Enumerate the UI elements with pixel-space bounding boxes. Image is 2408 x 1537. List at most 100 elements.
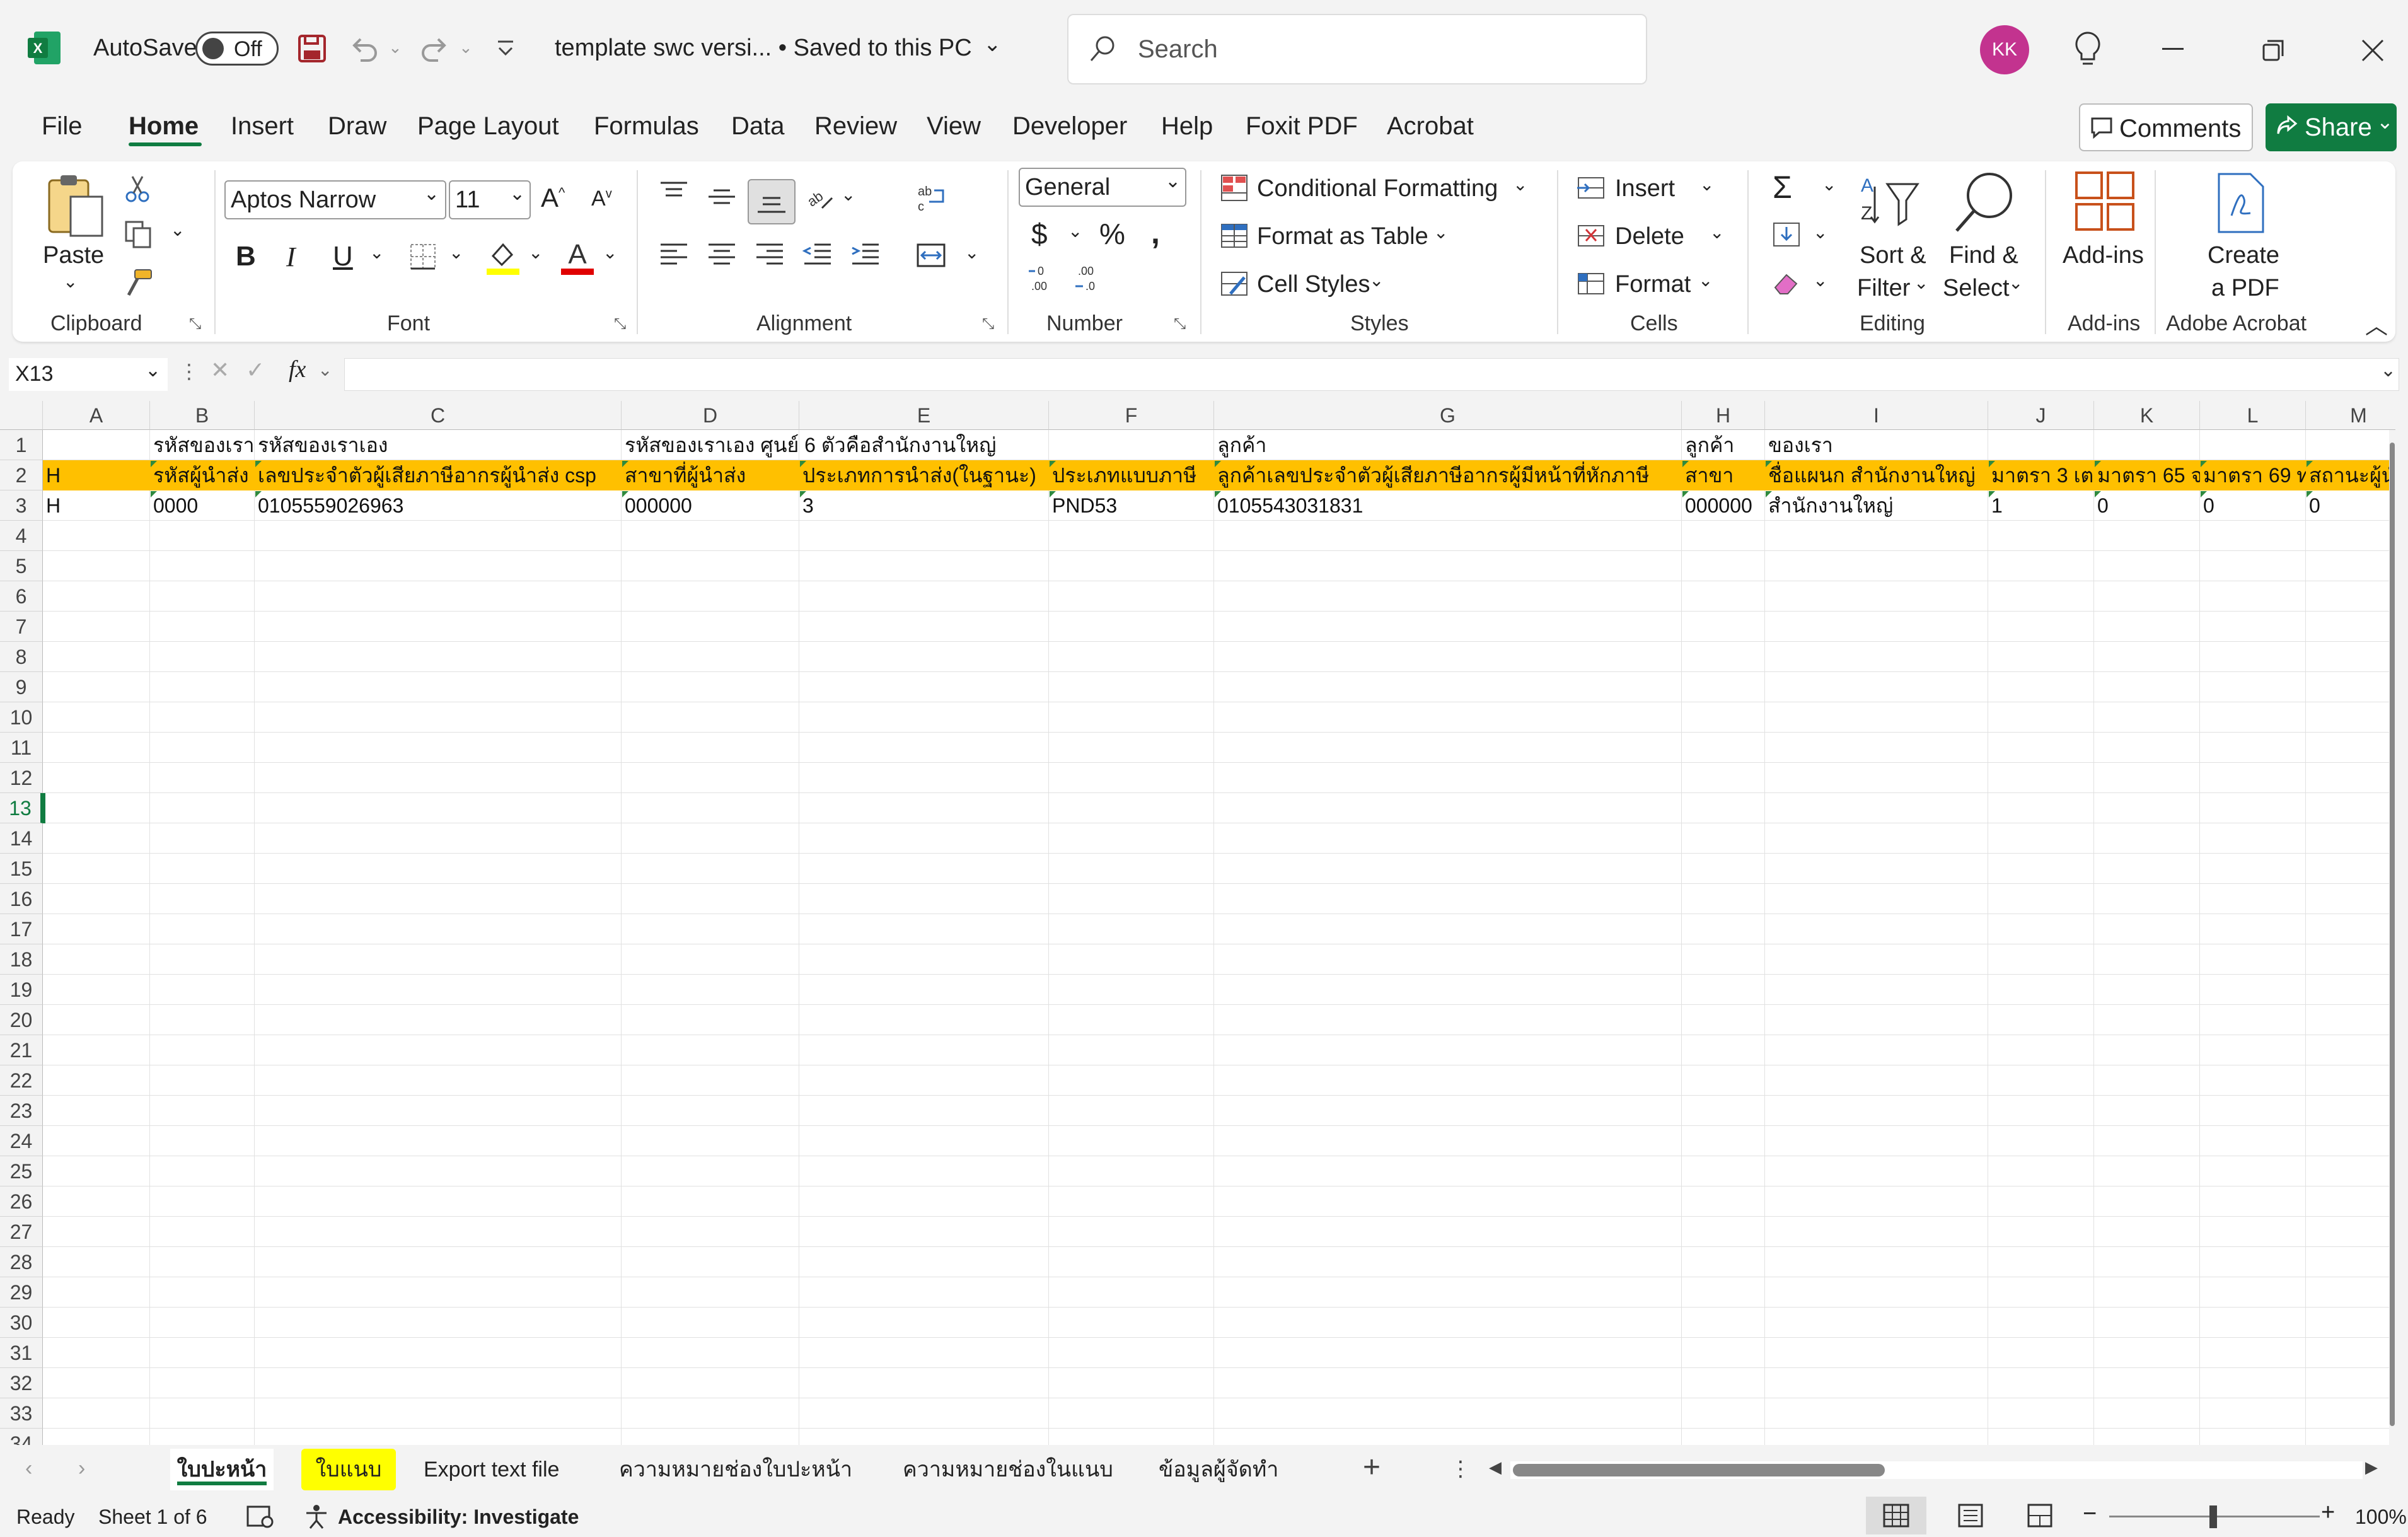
row-header[interactable]: 33: [0, 1398, 43, 1429]
font-size-chevron-icon[interactable]: ⌄: [509, 183, 525, 205]
create-pdf-label-1[interactable]: Create: [2208, 242, 2279, 269]
row-header[interactable]: 19: [0, 975, 43, 1005]
undo-dropdown-icon[interactable]: ⌄: [388, 38, 402, 57]
decrease-font-size-icon[interactable]: Av: [591, 187, 612, 211]
paste-label[interactable]: Paste: [43, 242, 104, 269]
cell[interactable]: H: [43, 460, 150, 490]
top-align-icon[interactable]: [658, 180, 690, 206]
row-header[interactable]: 7: [0, 612, 43, 642]
row-header[interactable]: 15: [0, 854, 43, 884]
horizontal-scroll-thumb[interactable]: [1513, 1464, 1885, 1476]
tab-review[interactable]: Review: [814, 112, 897, 141]
cell[interactable]: ชื่อแผนก สำนักงานใหญ่: [1765, 460, 1988, 490]
fill-chevron-icon[interactable]: ⌄: [1813, 222, 1827, 243]
format-cells-chevron-icon[interactable]: ⌄: [1698, 270, 1713, 291]
name-box[interactable]: X13: [9, 358, 168, 391]
confirm-entry-icon[interactable]: ✓: [246, 357, 265, 383]
cell[interactable]: เลขประจำตัวผู้เสียภาษีอากรผู้นำส่ง csp: [255, 460, 622, 490]
column-header[interactable]: M: [2306, 401, 2395, 430]
cut-icon[interactable]: [122, 173, 154, 204]
row-header[interactable]: 4: [0, 521, 43, 551]
create-pdf-label-2[interactable]: a PDF: [2211, 275, 2279, 302]
accessibility-icon[interactable]: [303, 1503, 330, 1531]
align-right-icon[interactable]: [754, 242, 785, 267]
wrap-text-icon[interactable]: ab c: [915, 183, 947, 214]
row-header[interactable]: 16: [0, 884, 43, 914]
name-box-chevron-icon[interactable]: ⌄: [145, 359, 161, 381]
format-as-table-label[interactable]: Format as Table: [1257, 223, 1428, 250]
zoom-level[interactable]: 100%: [2355, 1505, 2407, 1529]
cell[interactable]: มาตรา 69 ท: [2200, 460, 2306, 490]
tab-home[interactable]: Home: [129, 112, 199, 141]
accessibility-status[interactable]: Accessibility: Investigate: [338, 1505, 579, 1529]
title-chevron-down-icon[interactable]: ⌄: [983, 32, 1002, 57]
cell[interactable]: รหัสของเราเอง ศูนย์ 6 ตัวคือสำนักงานใหญ่: [622, 430, 1214, 460]
cell[interactable]: ของเรา: [1765, 430, 2395, 460]
restore-icon[interactable]: [2262, 39, 2284, 62]
cell[interactable]: ประเภทแบบภาษี: [1049, 460, 1214, 490]
alignment-launcher-icon[interactable]: ⤡: [982, 315, 994, 333]
avatar[interactable]: KK: [1980, 25, 2029, 74]
column-header[interactable]: D: [622, 401, 799, 430]
cell[interactable]: มาตรา 65 จ: [2094, 460, 2200, 490]
cell[interactable]: มาตรา 3 เต: [1988, 460, 2094, 490]
underline-icon[interactable]: U: [333, 241, 353, 272]
find-select-chevron-icon[interactable]: ⌄: [2008, 272, 2023, 293]
copy-dropdown-icon[interactable]: ⌄: [170, 219, 185, 240]
zoom-in-icon[interactable]: +: [2321, 1499, 2335, 1526]
redo-icon[interactable]: [419, 33, 451, 64]
insert-cells-icon[interactable]: [1576, 174, 1606, 202]
orientation-icon[interactable]: ab: [804, 183, 836, 214]
column-header[interactable]: I: [1765, 401, 1988, 430]
tab-file[interactable]: File: [42, 112, 82, 141]
formula-input[interactable]: [344, 358, 2399, 391]
comma-style-icon[interactable]: ,: [1151, 214, 1160, 251]
row-header[interactable]: 10: [0, 702, 43, 733]
add-ins-icon[interactable]: [2074, 170, 2136, 232]
format-cells-label[interactable]: Format: [1615, 271, 1691, 298]
middle-align-icon[interactable]: [706, 187, 738, 212]
format-as-table-icon[interactable]: [1219, 221, 1249, 251]
vertical-scrollbar[interactable]: [2389, 430, 2395, 1445]
insert-cells-chevron-icon[interactable]: ⌄: [1699, 174, 1714, 195]
column-header[interactable]: G: [1214, 401, 1682, 430]
share-button[interactable]: Share ⌄: [2266, 103, 2397, 151]
bottom-align-icon[interactable]: [748, 179, 796, 224]
page-layout-view-icon[interactable]: [1957, 1503, 1984, 1528]
column-header[interactable]: H: [1682, 401, 1765, 430]
cell[interactable]: สถานะผู้นำ: [2306, 460, 2395, 490]
font-launcher-icon[interactable]: ⤡: [614, 315, 626, 333]
row-header[interactable]: 21: [0, 1035, 43, 1065]
cell[interactable]: รหัสผู้นำส่ง: [150, 460, 255, 490]
row-header[interactable]: 12: [0, 763, 43, 793]
increase-font-size-icon[interactable]: A^: [541, 183, 565, 213]
row-header[interactable]: 11: [0, 733, 43, 763]
collapse-ribbon-icon[interactable]: ︿: [2365, 308, 2388, 340]
row-header[interactable]: 9: [0, 672, 43, 702]
cell-styles-label[interactable]: Cell Styles: [1257, 271, 1370, 298]
expand-formula-bar-icon[interactable]: ⌄: [2380, 359, 2396, 381]
accounting-format-icon[interactable]: $: [1031, 217, 1048, 251]
cell[interactable]: 000000: [1682, 490, 1765, 521]
number-format-select[interactable]: General: [1019, 168, 1186, 207]
cell[interactable]: สำนักงานใหญ่: [1765, 490, 1988, 521]
cell-styles-icon[interactable]: [1219, 269, 1249, 299]
font-color-dropdown-icon[interactable]: ⌄: [603, 242, 617, 263]
column-header[interactable]: K: [2094, 401, 2200, 430]
row-header[interactable]: 22: [0, 1065, 43, 1096]
conditional-formatting-icon[interactable]: [1219, 173, 1249, 203]
row-header[interactable]: 5: [0, 551, 43, 581]
more-options-icon[interactable]: ⋮: [179, 359, 199, 383]
tab-help[interactable]: Help: [1161, 112, 1213, 141]
tab-data[interactable]: Data: [731, 112, 785, 141]
row-header[interactable]: 30: [0, 1308, 43, 1338]
borders-dropdown-icon[interactable]: ⌄: [449, 242, 463, 263]
cell[interactable]: สาขา: [1682, 460, 1765, 490]
increase-indent-icon[interactable]: [850, 242, 881, 267]
row-header[interactable]: 34: [0, 1429, 43, 1445]
column-header[interactable]: E: [799, 401, 1049, 430]
bold-icon[interactable]: B: [236, 241, 256, 272]
row-header[interactable]: 25: [0, 1156, 43, 1186]
normal-view-button[interactable]: [1866, 1497, 1926, 1534]
row-header[interactable]: 8: [0, 642, 43, 672]
